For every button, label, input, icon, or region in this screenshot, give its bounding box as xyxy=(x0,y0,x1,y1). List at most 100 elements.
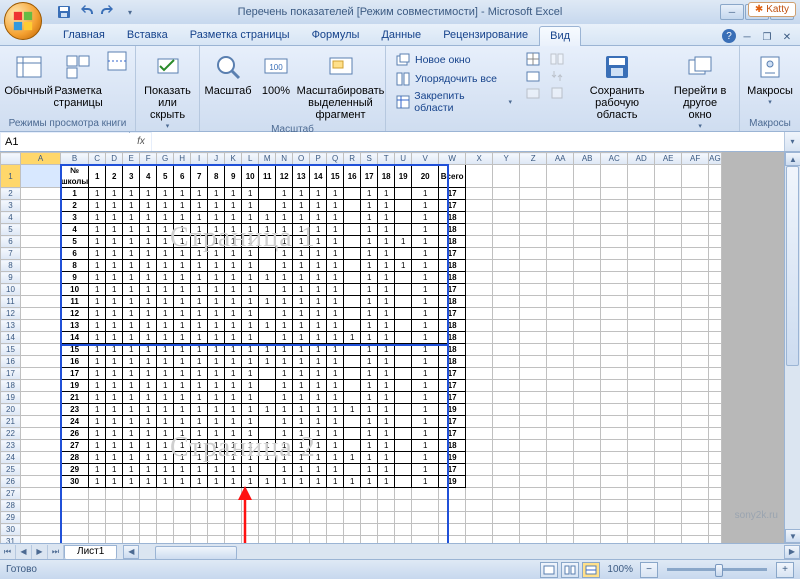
save-icon[interactable] xyxy=(54,2,74,22)
row-header[interactable]: 6 xyxy=(1,236,21,248)
macros-button[interactable]: Макросы▾ xyxy=(746,49,794,109)
col-header[interactable]: D xyxy=(106,153,123,165)
sync-scroll-icon[interactable] xyxy=(549,68,565,84)
col-header[interactable]: U xyxy=(395,153,412,165)
col-header[interactable]: O xyxy=(293,153,310,165)
row-header[interactable]: 29 xyxy=(1,512,21,524)
col-header[interactable]: F xyxy=(140,153,157,165)
col-header[interactable]: K xyxy=(225,153,242,165)
row-header[interactable]: 9 xyxy=(1,272,21,284)
col-header[interactable]: S xyxy=(361,153,378,165)
row-header[interactable]: 4 xyxy=(1,212,21,224)
row-header[interactable]: 10 xyxy=(1,284,21,296)
col-header[interactable]: T xyxy=(378,153,395,165)
zoom-to-selection[interactable]: Масштабировать выделенный фрагмент xyxy=(302,49,379,123)
ribbon-tab[interactable]: Вид xyxy=(539,26,581,46)
zoom-level[interactable]: 100% xyxy=(607,564,633,575)
row-header[interactable]: 11 xyxy=(1,296,21,308)
col-header[interactable]: Q xyxy=(327,153,344,165)
undo-icon[interactable] xyxy=(76,2,96,22)
row-header[interactable]: 18 xyxy=(1,380,21,392)
fx-insert-function[interactable]: fx xyxy=(130,136,152,147)
zoom-slider[interactable] xyxy=(667,568,767,571)
row-header[interactable]: 25 xyxy=(1,464,21,476)
zoom-100-button[interactable]: 100100% xyxy=(254,49,298,99)
row-header[interactable]: 21 xyxy=(1,416,21,428)
scroll-right[interactable]: ▶ xyxy=(784,545,800,559)
col-header[interactable]: X xyxy=(466,153,493,165)
statusbar-page-layout-view[interactable] xyxy=(561,562,579,578)
col-header[interactable]: R xyxy=(344,153,361,165)
mdi-restore[interactable]: ❐ xyxy=(758,29,776,45)
arrange-all[interactable]: Упорядочить все xyxy=(392,70,515,88)
save-workspace[interactable]: Сохранить рабочую область xyxy=(571,49,663,123)
col-header[interactable]: Y xyxy=(493,153,520,165)
freeze-panes[interactable]: Закрепить области▾ xyxy=(392,89,515,115)
row-header[interactable]: 7 xyxy=(1,248,21,260)
tab-nav-next[interactable]: ▶ xyxy=(32,545,48,559)
office-button[interactable] xyxy=(4,2,42,40)
mdi-close[interactable]: ✕ xyxy=(778,29,796,45)
col-header[interactable]: A xyxy=(21,153,61,165)
switch-windows[interactable]: Перейти в другое окно▾ xyxy=(667,49,733,133)
view-normal[interactable]: Обычный xyxy=(6,49,51,99)
statusbar-normal-view[interactable] xyxy=(540,562,558,578)
col-header[interactable]: AF xyxy=(682,153,709,165)
col-header[interactable]: I xyxy=(191,153,208,165)
scroll-left[interactable]: ◀ xyxy=(123,545,139,559)
col-header[interactable]: P xyxy=(310,153,327,165)
reset-window-pos-icon[interactable] xyxy=(549,85,565,101)
col-header[interactable]: AD xyxy=(628,153,655,165)
row-header[interactable]: 24 xyxy=(1,452,21,464)
new-window[interactable]: Новое окно xyxy=(392,51,515,69)
split-icon[interactable] xyxy=(525,51,541,67)
col-header[interactable]: L xyxy=(242,153,259,165)
col-header[interactable]: C xyxy=(89,153,106,165)
zoom-in[interactable]: + xyxy=(776,562,794,578)
zoom-out[interactable]: − xyxy=(640,562,658,578)
row-header[interactable]: 12 xyxy=(1,308,21,320)
tab-nav-prev[interactable]: ◀ xyxy=(16,545,32,559)
col-header[interactable]: Z xyxy=(520,153,547,165)
row-header[interactable]: 22 xyxy=(1,428,21,440)
show-hide-menu[interactable]: Показать или скрыть▾ xyxy=(142,49,193,133)
ribbon-help-icon[interactable]: ? xyxy=(722,29,736,43)
scroll-down[interactable]: ▼ xyxy=(785,529,800,543)
zoom-button[interactable]: Масштаб xyxy=(206,49,250,99)
formula-input[interactable] xyxy=(152,132,784,151)
name-box-input[interactable] xyxy=(1,133,151,151)
worksheet-area[interactable]: ABCDEFGHIJKLMNOPQRSTUVWXYZAAABACADAEAFAG… xyxy=(0,152,800,543)
col-header[interactable]: B xyxy=(61,153,89,165)
sheet-tab-active[interactable]: Лист1 xyxy=(64,545,117,560)
scroll-up[interactable]: ▲ xyxy=(785,152,800,166)
ribbon-tab[interactable]: Данные xyxy=(370,25,432,45)
col-header[interactable]: H xyxy=(174,153,191,165)
redo-icon[interactable] xyxy=(98,2,118,22)
row-header[interactable]: 20 xyxy=(1,404,21,416)
customize-qat-dropdown[interactable]: ▾ xyxy=(120,2,140,22)
col-header[interactable]: N xyxy=(276,153,293,165)
row-header[interactable]: 5 xyxy=(1,224,21,236)
ribbon-tab[interactable]: Вставка xyxy=(116,25,179,45)
name-box[interactable]: ▾ xyxy=(0,132,130,151)
col-header[interactable]: W xyxy=(439,153,466,165)
view-page-break-preview[interactable] xyxy=(105,49,129,73)
unhide-window-icon[interactable] xyxy=(525,85,541,101)
ribbon-tab[interactable]: Разметка страницы xyxy=(179,25,301,45)
row-header[interactable]: 8 xyxy=(1,260,21,272)
horizontal-scrollbar[interactable] xyxy=(155,545,768,559)
row-header[interactable]: 13 xyxy=(1,320,21,332)
row-header[interactable]: 15 xyxy=(1,344,21,356)
hide-window-icon[interactable] xyxy=(525,68,541,84)
mdi-minimize[interactable]: ─ xyxy=(738,29,756,45)
row-header[interactable]: 3 xyxy=(1,200,21,212)
col-header[interactable]: M xyxy=(259,153,276,165)
col-header[interactable]: G xyxy=(157,153,174,165)
ribbon-tab[interactable]: Рецензирование xyxy=(432,25,539,45)
col-header[interactable]: AA xyxy=(547,153,574,165)
tab-nav-first[interactable]: ⏮ xyxy=(0,545,16,559)
window-minimize[interactable]: ─ xyxy=(720,4,744,20)
col-header[interactable]: AG xyxy=(709,153,722,165)
row-header[interactable]: 23 xyxy=(1,440,21,452)
ribbon-tab[interactable]: Формулы xyxy=(301,25,371,45)
